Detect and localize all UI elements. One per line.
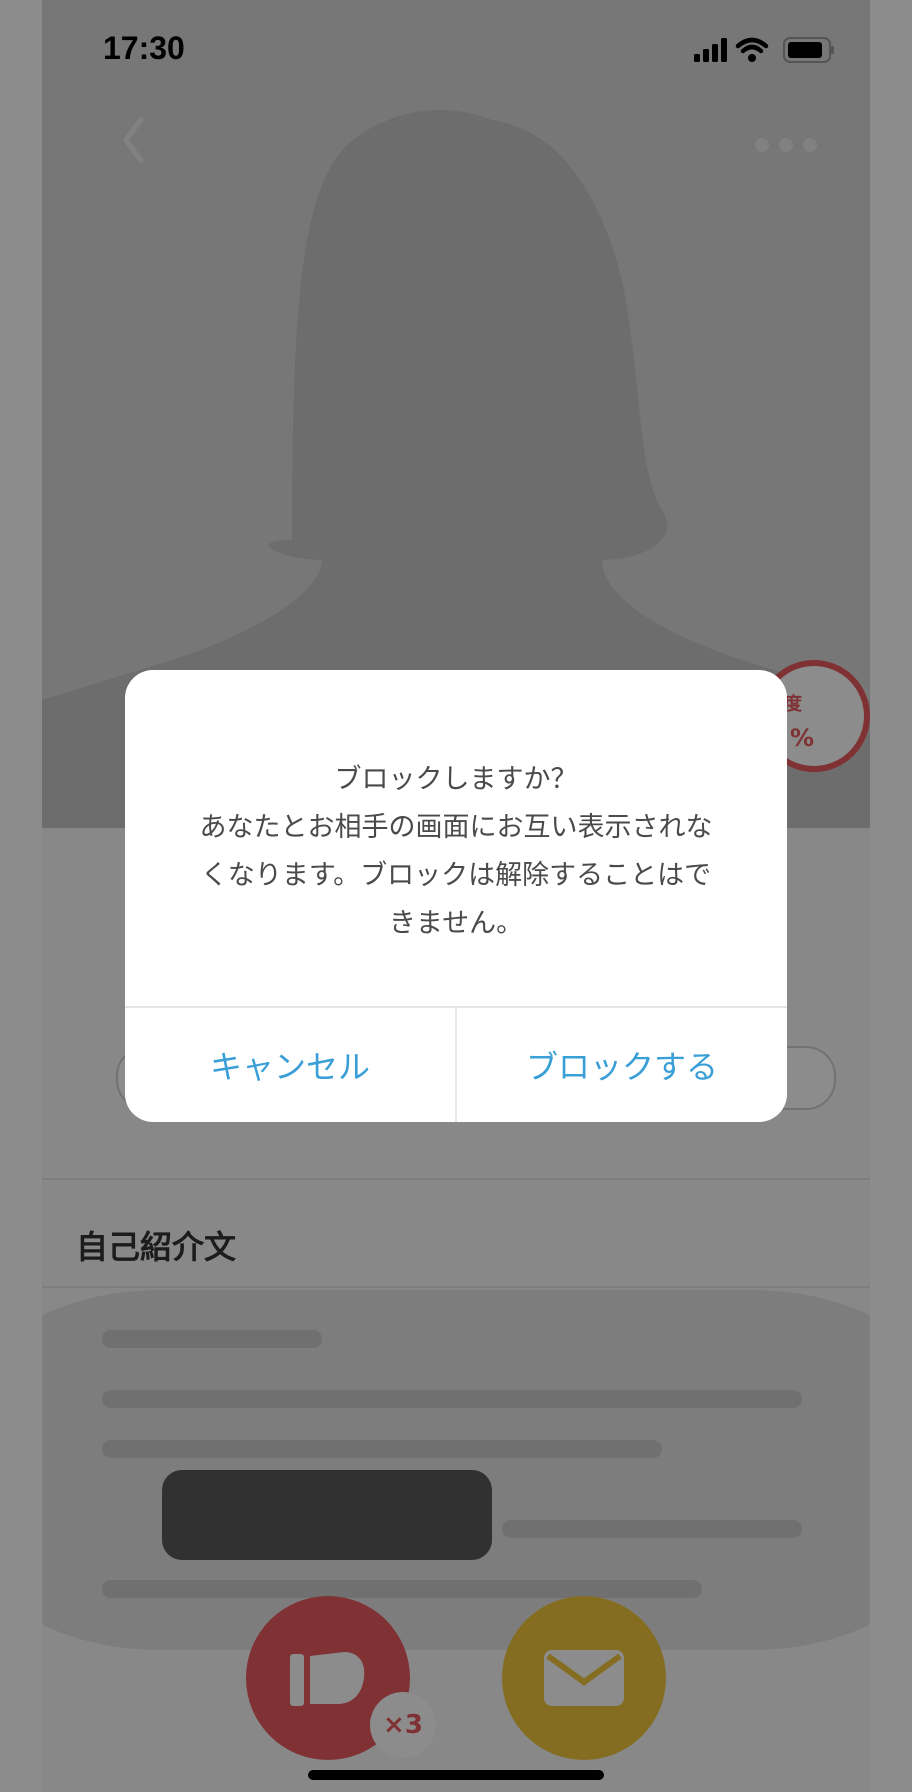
home-indicator[interactable] bbox=[308, 1770, 604, 1780]
block-confirm-dialog: ブロックしますか？ あなたとお相手の画面にお互い表示されな くなります。ブロック… bbox=[125, 670, 787, 1122]
signal-icon bbox=[694, 38, 727, 62]
status-icons bbox=[694, 36, 834, 68]
dialog-message: ブロックしますか？ あなたとお相手の画面にお互い表示されな くなります。ブロック… bbox=[165, 756, 747, 948]
wifi-icon bbox=[735, 37, 769, 62]
cancel-button[interactable]: キャンセル bbox=[125, 1008, 455, 1122]
dialog-message-line: きません。 bbox=[388, 908, 524, 939]
block-button[interactable]: ブロックする bbox=[457, 1008, 787, 1122]
battery-icon bbox=[783, 37, 834, 63]
dialog-message-line: くなります。ブロックは解除することはで bbox=[200, 860, 712, 891]
status-time: 17:30 bbox=[103, 30, 185, 66]
dialog-message-line: ブロックしますか？ bbox=[334, 764, 578, 795]
dialog-message-line: あなたとお相手の画面にお互い表示されな bbox=[199, 812, 713, 843]
